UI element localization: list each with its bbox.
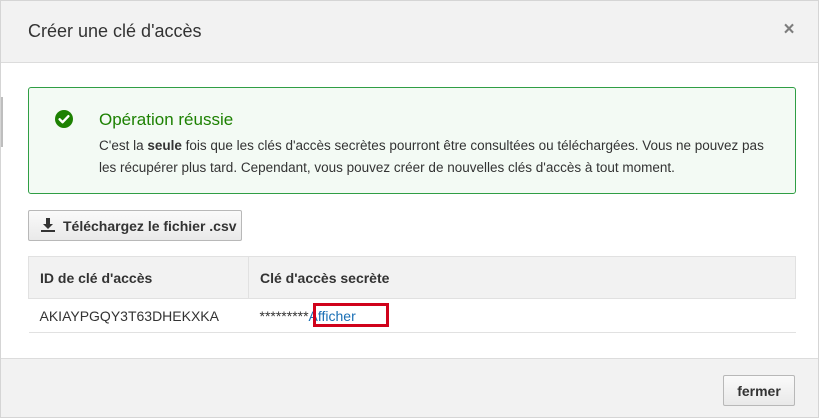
alert-title: Opération réussie	[99, 110, 234, 129]
success-alert: Opération réussie C'est la seule fois qu…	[28, 87, 796, 194]
background-edge	[1, 97, 3, 147]
dialog-header: Créer une clé d'accès ×	[1, 1, 818, 63]
download-icon	[41, 218, 55, 232]
create-access-key-dialog: Créer une clé d'accès × Opération réussi…	[0, 0, 819, 418]
secret-key-mask: *********	[259, 307, 309, 324]
dialog-title: Créer une clé d'accès	[28, 21, 202, 41]
alert-message-prefix: C'est la	[99, 138, 148, 153]
column-header-access-key-id: ID de clé d'accès	[28, 256, 249, 299]
access-keys-table: ID de clé d'accès Clé d'accès secrète AK…	[28, 256, 796, 333]
column-header-secret-access-key: Clé d'accès secrète	[248, 256, 796, 299]
alert-message: C'est la seule fois que les clés d'accès…	[99, 135, 771, 179]
table-header-row: ID de clé d'accès Clé d'accès secrète	[28, 256, 796, 299]
table-row: AKIAYPGQY3T63DHEKXKA *********Afficher	[28, 298, 796, 333]
close-icon[interactable]: ×	[780, 20, 798, 39]
check-circle-icon	[55, 110, 73, 128]
alert-message-suffix: fois que les clés d'accès secrètes pourr…	[99, 138, 764, 175]
download-csv-button[interactable]: Téléchargez le fichier .csv	[28, 210, 242, 241]
secret-access-key-cell: *********Afficher	[248, 298, 796, 333]
dialog-footer: fermer	[1, 358, 818, 417]
access-key-id-cell: AKIAYPGQY3T63DHEKXKA	[28, 298, 249, 333]
show-secret-link[interactable]: Afficher	[309, 308, 356, 324]
close-button[interactable]: fermer	[723, 375, 795, 406]
alert-message-emphasis: seule	[147, 138, 182, 153]
download-csv-label: Téléchargez le fichier .csv	[63, 218, 237, 234]
